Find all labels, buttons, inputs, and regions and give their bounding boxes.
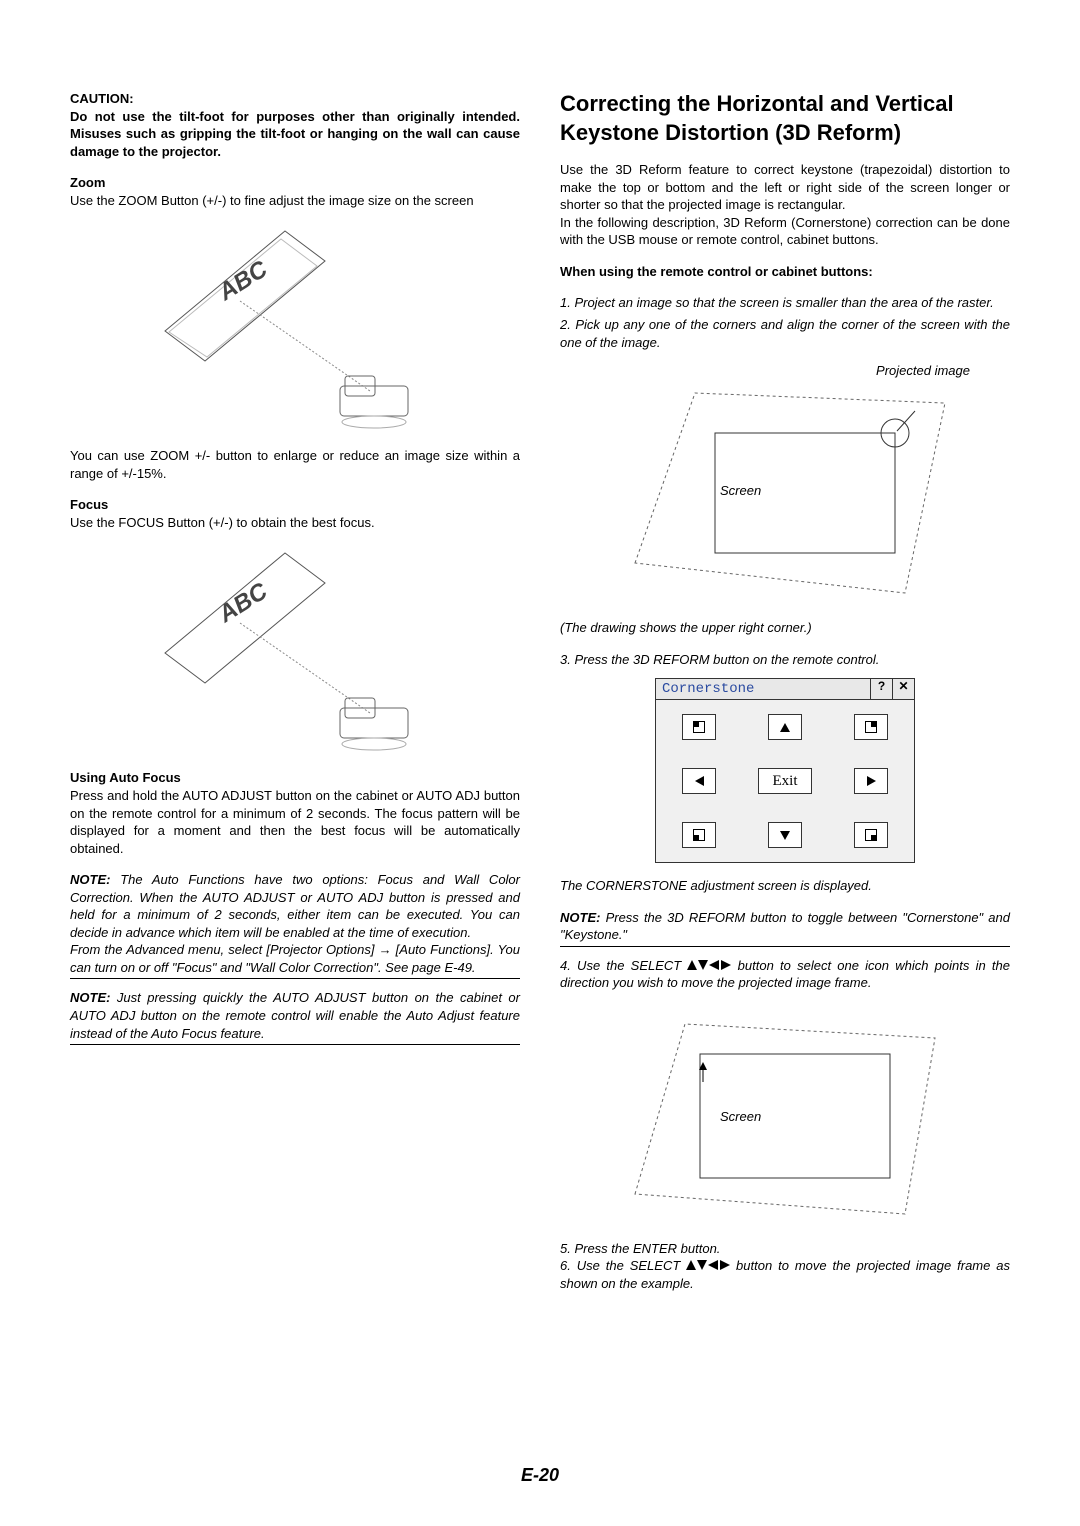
step-3: 3. Press the 3D REFORM button on the rem… bbox=[560, 651, 1010, 669]
step-4: 4. Use the SELECT button to select one i… bbox=[560, 957, 1010, 992]
corner-bottom-left-button[interactable] bbox=[682, 822, 716, 848]
intro-a: Use the 3D Reform feature to correct key… bbox=[560, 161, 1010, 214]
zoom-heading: Zoom bbox=[70, 174, 520, 192]
focus-text: Use the FOCUS Button (+/-) to obtain the… bbox=[70, 514, 520, 532]
focus-figure: ABC bbox=[70, 543, 520, 753]
cornerstone-title-text: Cornerstone bbox=[656, 679, 870, 699]
projected-image-figure-2: Screen bbox=[560, 1004, 1010, 1224]
zoom-text: Use the ZOOM Button (+/-) to fine adjust… bbox=[70, 192, 520, 210]
abc-text-2: ABC bbox=[213, 578, 273, 629]
help-button[interactable]: ? bbox=[870, 679, 892, 699]
note-3: NOTE: Press the 3D REFORM button to togg… bbox=[560, 909, 1010, 947]
caution-text: Do not use the tilt-foot for purposes ot… bbox=[70, 108, 520, 161]
left-column: CAUTION: Do not use the tilt-foot for pu… bbox=[70, 90, 520, 1293]
select-arrows-icon-2 bbox=[686, 1260, 730, 1271]
note-3-label: NOTE: bbox=[560, 910, 600, 925]
focus-heading: Focus bbox=[70, 496, 520, 514]
corner-top-right-button[interactable] bbox=[854, 714, 888, 740]
page-content: CAUTION: Do not use the tilt-foot for pu… bbox=[70, 90, 1010, 1293]
arrow-down-button[interactable] bbox=[768, 822, 802, 848]
right-column: Correcting the Horizontal and Vertical K… bbox=[560, 90, 1010, 1293]
abc-text-1: ABC bbox=[213, 256, 273, 307]
step-1: 1. Project an image so that the screen i… bbox=[560, 294, 1010, 312]
drawing-caption: (The drawing shows the upper right corne… bbox=[560, 619, 1010, 637]
step-4-a: 4. Use the SELECT bbox=[560, 958, 687, 973]
when-using-heading: When using the remote control or cabinet… bbox=[560, 263, 1010, 281]
auto-focus-text: Press and hold the AUTO ADJUST button on… bbox=[70, 787, 520, 857]
screen-label-1: Screen bbox=[720, 483, 761, 498]
note-1-text-a: The Auto Functions have two options: Foc… bbox=[70, 872, 520, 940]
step-5: 5. Press the ENTER button. bbox=[560, 1240, 1010, 1258]
step-6-a: 6. Use the SELECT bbox=[560, 1258, 686, 1273]
corner-top-left-button[interactable] bbox=[682, 714, 716, 740]
main-heading: Correcting the Horizontal and Vertical K… bbox=[560, 90, 1010, 147]
note-2-text: Just pressing quickly the AUTO ADJUST bu… bbox=[70, 990, 520, 1040]
note-3-text: Press the 3D REFORM button to toggle bet… bbox=[560, 910, 1010, 943]
page-number: E-20 bbox=[0, 1465, 1080, 1486]
note-2-label: NOTE: bbox=[70, 990, 110, 1005]
note-2: NOTE: Just pressing quickly the AUTO ADJ… bbox=[70, 989, 520, 1045]
auto-focus-heading: Using Auto Focus bbox=[70, 769, 520, 787]
arrow-left-button[interactable] bbox=[682, 768, 716, 794]
screen-label-2: Screen bbox=[720, 1109, 761, 1124]
arrow-right-button[interactable] bbox=[854, 768, 888, 794]
note-1-label: NOTE: bbox=[70, 872, 110, 887]
select-arrows-icon bbox=[687, 960, 731, 971]
step-6: 6. Use the SELECT button to move the pro… bbox=[560, 1257, 1010, 1292]
corner-bottom-right-button[interactable] bbox=[854, 822, 888, 848]
close-button[interactable]: ✕ bbox=[892, 679, 914, 699]
zoom-figure: ABC bbox=[70, 221, 520, 431]
zoom-caption: You can use ZOOM +/- button to enlarge o… bbox=[70, 447, 520, 482]
cornerstone-titlebar: Cornerstone ? ✕ bbox=[655, 678, 915, 700]
note-1-text-b: From the Advanced menu, select [Projecto… bbox=[70, 942, 520, 975]
cornerstone-caption: The CORNERSTONE adjustment screen is dis… bbox=[560, 877, 1010, 895]
arrow-up-button[interactable] bbox=[768, 714, 802, 740]
projected-image-label: Projected image bbox=[876, 363, 970, 378]
intro-b: In the following description, 3D Reform … bbox=[560, 214, 1010, 249]
caution-label: CAUTION: bbox=[70, 90, 520, 108]
note-1: NOTE: The Auto Functions have two option… bbox=[70, 871, 520, 979]
step-2: 2. Pick up any one of the corners and al… bbox=[560, 316, 1010, 351]
projected-image-figure-1: Projected image Screen bbox=[560, 363, 1010, 603]
exit-button[interactable]: Exit bbox=[758, 768, 812, 794]
cornerstone-grid: Exit bbox=[655, 700, 915, 863]
cornerstone-dialog: Cornerstone ? ✕ Exit bbox=[655, 678, 915, 863]
